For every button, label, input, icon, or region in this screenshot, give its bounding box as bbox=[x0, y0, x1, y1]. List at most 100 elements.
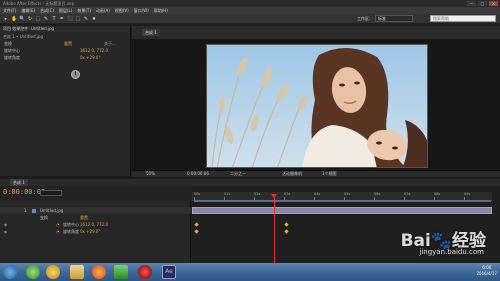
ruler-label: 08s bbox=[434, 192, 441, 196]
layer-row[interactable]: 1 Untitled.jpg bbox=[0, 207, 191, 214]
property-row-rotation[interactable]: 旋转角度 0x +29.0° bbox=[4, 55, 100, 61]
help-search-input[interactable]: 搜索帮助 bbox=[430, 15, 496, 22]
mask-tool-icon[interactable]: ⬚ bbox=[75, 16, 81, 22]
property-row-anchor[interactable]: 旋转中心 1612.0, 772.0 bbox=[4, 48, 108, 54]
viewer-timecode[interactable]: 0:00:00:06 bbox=[187, 171, 209, 177]
tab-timeline-composition[interactable]: 合成 1 bbox=[10, 179, 28, 186]
timeline-search-input[interactable] bbox=[40, 190, 62, 196]
keyframe-nav-icon[interactable]: ◆ bbox=[4, 221, 7, 228]
menu-view[interactable]: 视图(V) bbox=[115, 7, 129, 14]
effect-reset-link[interactable]: 重置 bbox=[64, 41, 72, 47]
minimize-button[interactable]: — bbox=[467, 1, 476, 6]
property-value[interactable]: 1612.0, 772.0 bbox=[80, 221, 108, 228]
baidu-watermark-url: jingyan.baidu.com bbox=[419, 248, 484, 256]
effect-about-link[interactable]: 关于... bbox=[104, 41, 116, 47]
rotate-tool-icon[interactable]: ↻ bbox=[27, 16, 33, 22]
ruler-label: 07s bbox=[404, 192, 411, 196]
camera-tool-icon[interactable]: ⬚ bbox=[35, 16, 41, 22]
stopwatch-icon[interactable]: ◔ bbox=[56, 221, 60, 228]
folder-icon[interactable] bbox=[70, 265, 84, 279]
effect-breadcrumb: 合成 1 • Untitled.jpg bbox=[3, 34, 44, 39]
after-effects-icon[interactable]: Ae bbox=[162, 265, 176, 279]
zoom-select[interactable]: 50% bbox=[146, 171, 155, 177]
ruler-label: 00s bbox=[194, 192, 201, 196]
keyframe-marker[interactable] bbox=[194, 229, 199, 234]
ruler-label: 01s bbox=[224, 192, 231, 196]
menu-edit[interactable]: 编辑(E) bbox=[21, 7, 35, 14]
keyframe-marker[interactable] bbox=[284, 229, 289, 234]
maximize-button[interactable]: □ bbox=[478, 1, 487, 6]
menu-effect[interactable]: 效果(T) bbox=[77, 7, 91, 14]
workspace-select[interactable]: 标准 bbox=[375, 15, 413, 22]
menu-help[interactable]: 帮助(H) bbox=[154, 7, 168, 14]
menu-layer[interactable]: 图层(L) bbox=[59, 7, 72, 14]
brush-tool-icon[interactable]: ✎ bbox=[83, 16, 89, 22]
windows-taskbar: Ae 6:06 2016/4/17 bbox=[0, 263, 500, 281]
selection-tool-icon[interactable]: ▸ bbox=[3, 16, 9, 22]
resolution-select[interactable]: 二分之一 bbox=[230, 171, 246, 177]
layer-name[interactable]: Untitled.jpg bbox=[40, 207, 63, 214]
start-button-icon[interactable] bbox=[3, 265, 17, 279]
ruler-label: 09s bbox=[464, 192, 471, 196]
layer-duration-bar[interactable] bbox=[192, 207, 492, 214]
property-label: 旋转中心 bbox=[63, 222, 79, 227]
property-row-anchor[interactable]: ◆ ◔ 旋转中心 1612.0, 772.0 bbox=[0, 221, 191, 228]
ruler-label: 05s bbox=[344, 192, 351, 196]
window-controls: — □ ✕ bbox=[467, 1, 498, 6]
menu-file[interactable]: 文件(F) bbox=[3, 7, 16, 14]
system-clock[interactable]: 6:06 2016/4/17 bbox=[476, 265, 497, 277]
property-row-rotation[interactable]: ◆ ◔ 旋转角度 0x +29.0° bbox=[0, 228, 191, 235]
menu-composition[interactable]: 合成(C) bbox=[40, 7, 54, 14]
keyframe-nav-icon[interactable]: ◆ bbox=[4, 228, 7, 235]
property-label: 旋转中心 bbox=[4, 48, 20, 53]
app-360-icon[interactable] bbox=[26, 265, 40, 279]
keyframe-marker[interactable] bbox=[194, 222, 199, 227]
rotation-dial[interactable] bbox=[71, 70, 80, 79]
tab-composition[interactable]: 合成 1 bbox=[142, 29, 160, 36]
effect-header-row[interactable]: 变换 重置 关于... bbox=[4, 41, 116, 47]
view-layout-select[interactable]: 1个视图 bbox=[322, 171, 337, 177]
zoom-tool-icon[interactable]: 🔍 bbox=[19, 16, 25, 22]
property-value[interactable]: 0x +29.0° bbox=[80, 228, 100, 235]
portrait-photo bbox=[207, 45, 427, 167]
effect-name: 变换 bbox=[40, 215, 48, 220]
composition-tab-bar: 合成 1 bbox=[132, 26, 500, 39]
property-label: 旋转角度 bbox=[63, 229, 79, 234]
menu-animation[interactable]: 动画(A) bbox=[96, 7, 110, 14]
menu-bar: 文件(F) 编辑(E) 合成(C) 图层(L) 效果(T) 动画(A) 视图(V… bbox=[0, 7, 500, 14]
ruler-label: 04s bbox=[314, 192, 321, 196]
pan-behind-tool-icon[interactable]: ✎ bbox=[43, 16, 49, 22]
record-app-icon[interactable] bbox=[138, 265, 152, 279]
effect-row[interactable]: 变换 重置 bbox=[0, 214, 191, 221]
window-title: Adobe After Effects - 无标题项目.aep bbox=[3, 1, 75, 6]
tools-toolbar: ▸ ✋ 🔍 ↻ ⬚ ✎ T ✒ ⬛ ⬚ ✎ ★ bbox=[0, 14, 500, 24]
stopwatch-icon[interactable]: ◔ bbox=[56, 228, 60, 235]
workspace-label: 工作区: bbox=[357, 16, 371, 21]
property-value[interactable]: 1612.0, 772.0 bbox=[80, 48, 108, 53]
effect-controls-header[interactable]: 项目 效果控件: Untitled.jpg bbox=[0, 26, 130, 32]
firefox-icon[interactable] bbox=[92, 265, 106, 279]
ruler-label: 03s bbox=[284, 192, 291, 196]
timeline-timecode[interactable]: 0:00:00:06 bbox=[3, 188, 45, 196]
keyframe-marker[interactable] bbox=[284, 222, 289, 227]
text-tool-icon[interactable]: T bbox=[51, 16, 57, 22]
browser-icon[interactable] bbox=[46, 265, 60, 279]
current-time-indicator[interactable] bbox=[274, 196, 275, 263]
effect-controls-panel: 项目 效果控件: Untitled.jpg 合成 1 • Untitled.jp… bbox=[0, 26, 131, 176]
puppet-tool-icon[interactable]: ★ bbox=[91, 16, 97, 22]
menu-window[interactable]: 窗口(W) bbox=[134, 7, 149, 14]
work-area-bar[interactable] bbox=[194, 200, 491, 202]
ruler-label: 06s bbox=[374, 192, 381, 196]
shape-tool-icon[interactable]: ⬛ bbox=[67, 16, 73, 22]
layer-thumbnail-icon bbox=[32, 208, 36, 213]
pen-tool-icon[interactable]: ✒ bbox=[59, 16, 65, 22]
property-label: 旋转角度 bbox=[4, 55, 20, 60]
composition-image[interactable] bbox=[206, 44, 428, 168]
media-player-icon[interactable] bbox=[114, 265, 128, 279]
layer-index: 1 bbox=[24, 208, 27, 213]
effect-reset-link[interactable]: 重置 bbox=[80, 214, 88, 221]
property-value[interactable]: 0x +29.0° bbox=[80, 55, 100, 60]
hand-tool-icon[interactable]: ✋ bbox=[11, 16, 17, 22]
camera-select[interactable]: 活动摄像机 bbox=[282, 171, 302, 177]
close-button[interactable]: ✕ bbox=[489, 1, 498, 6]
